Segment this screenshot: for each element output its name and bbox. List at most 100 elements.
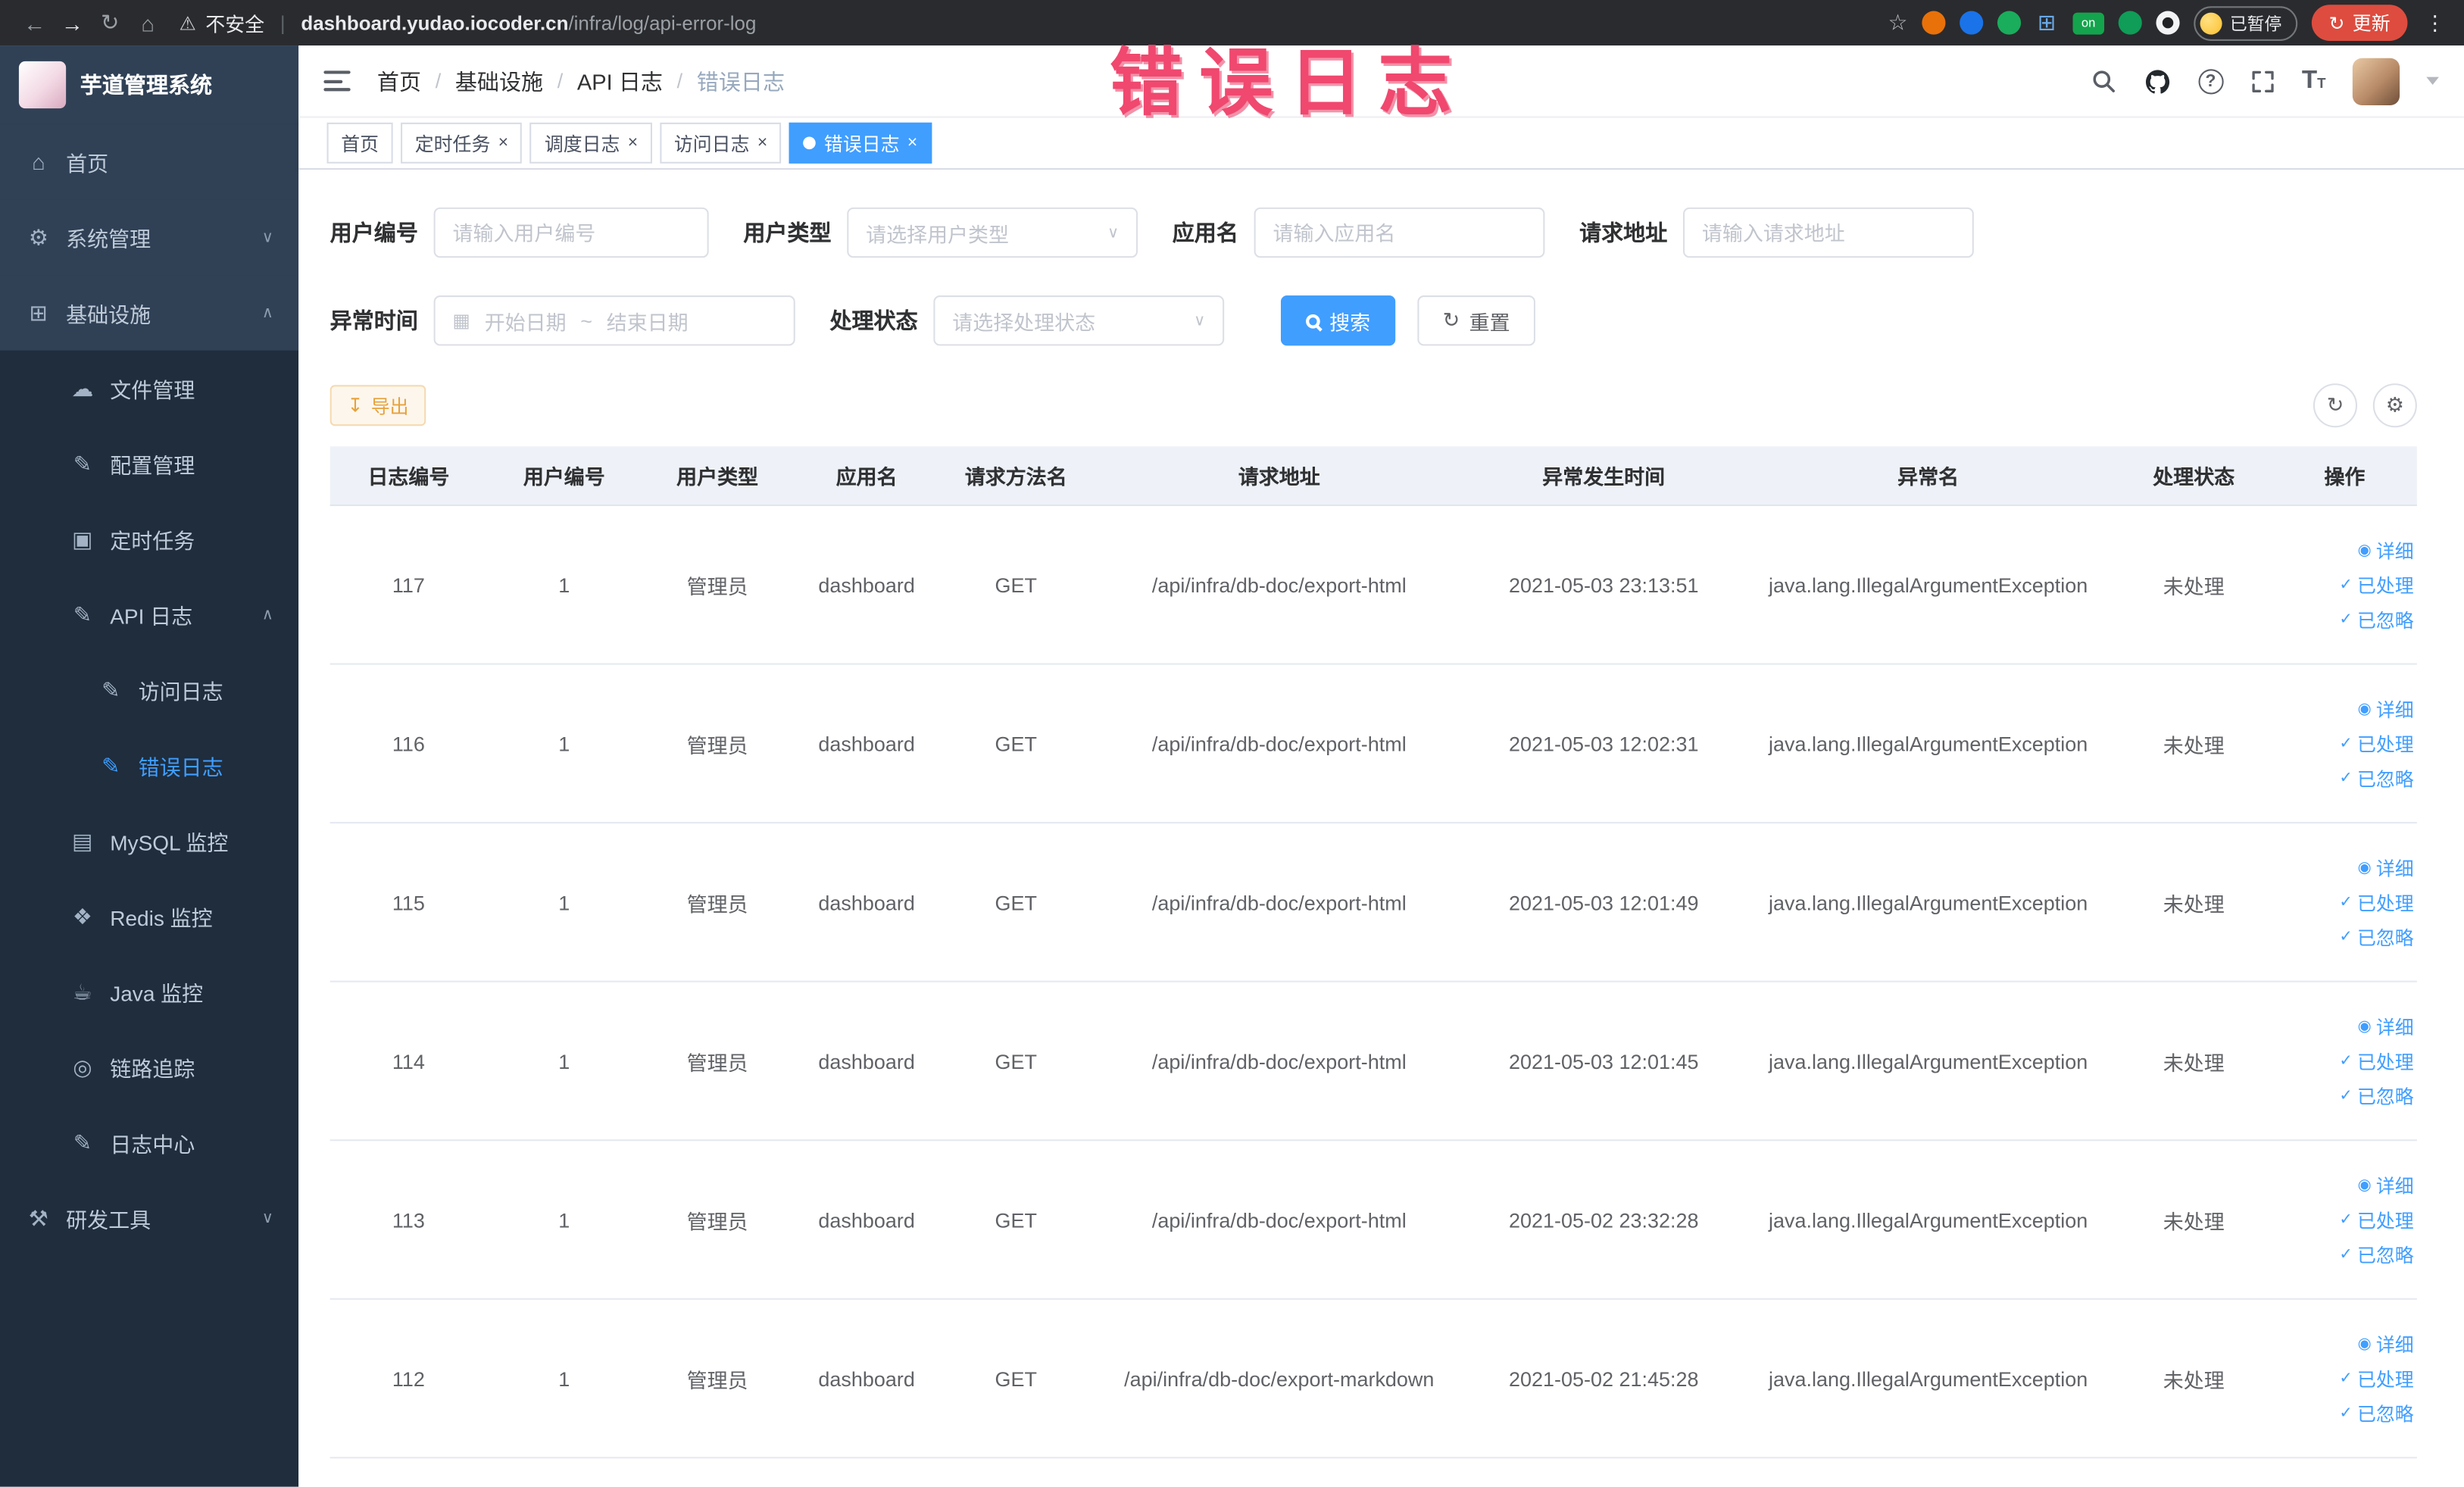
sidebar-item-log-center[interactable]: ✎ 日志中心 bbox=[0, 1105, 298, 1181]
processed-link[interactable]: ✓ 已处理 bbox=[2339, 730, 2413, 757]
avatar[interactable] bbox=[2352, 57, 2400, 105]
ignored-link[interactable]: ✓ 已忽略 bbox=[2339, 1082, 2413, 1108]
check-icon: ✓ bbox=[2339, 928, 2353, 945]
breadcrumb-api-log[interactable]: API 日志 bbox=[577, 65, 663, 96]
refresh-button[interactable]: ↻ bbox=[2313, 383, 2358, 428]
table-toolbar: ↧ 导出 ↻ ⚙ bbox=[329, 383, 2417, 428]
search-icon[interactable] bbox=[2090, 67, 2116, 94]
request-url-input[interactable] bbox=[1683, 207, 1974, 258]
app-name-input[interactable] bbox=[1254, 207, 1545, 258]
ignored-link[interactable]: ✓ 已忽略 bbox=[2339, 923, 2413, 950]
extension-icon[interactable] bbox=[1959, 11, 1984, 35]
sidebar-item-tracing[interactable]: ◎ 链路追踪 bbox=[0, 1029, 298, 1105]
user-type-select[interactable]: 请选择用户类型 ∨ bbox=[847, 207, 1138, 258]
forward-icon[interactable]: → bbox=[54, 10, 92, 35]
ignored-link[interactable]: ✓ 已忽略 bbox=[2339, 764, 2413, 791]
detail-link[interactable]: ◉ 详细 bbox=[2358, 854, 2414, 881]
bookmark-star-icon[interactable]: ☆ bbox=[1888, 9, 1907, 36]
check-icon: ✓ bbox=[2339, 576, 2353, 594]
sidebar-item-file-management[interactable]: ☁ 文件管理 bbox=[0, 351, 298, 426]
sidebar-item-scheduled-jobs[interactable]: ▣ 定时任务 bbox=[0, 501, 298, 577]
breadcrumb-infrastructure[interactable]: 基础设施 bbox=[455, 65, 543, 96]
column-header: 请求地址 bbox=[1238, 465, 1320, 489]
sidebar-item-mysql-monitor[interactable]: ▤ MySQL 监控 bbox=[0, 803, 298, 879]
browser-home-icon[interactable]: ⌂ bbox=[129, 10, 167, 35]
chevron-down-icon[interactable] bbox=[2426, 77, 2439, 86]
close-icon[interactable]: × bbox=[907, 133, 917, 152]
sidebar-item-dev-tools[interactable]: ⚒ 研发工具 ∨ bbox=[0, 1180, 298, 1256]
close-icon[interactable]: × bbox=[628, 133, 638, 152]
security-label[interactable]: 不安全 bbox=[205, 8, 264, 37]
help-icon[interactable]: ? bbox=[2197, 68, 2224, 94]
browser-update-button[interactable]: ↻ 更新 bbox=[2311, 5, 2408, 41]
date-range-picker[interactable]: ▦ 开始日期 ~ 结束日期 bbox=[433, 295, 795, 346]
close-icon[interactable]: × bbox=[498, 133, 508, 152]
extension-icon[interactable] bbox=[1922, 11, 1946, 35]
request-url-input-field[interactable] bbox=[1701, 220, 1955, 245]
column-header: 处理状态 bbox=[2153, 465, 2235, 489]
tab-error-log[interactable]: 错误日志 × bbox=[789, 122, 932, 164]
detail-link[interactable]: ◉ 详细 bbox=[2358, 537, 2414, 564]
processed-link[interactable]: ✓ 已处理 bbox=[2339, 1365, 2413, 1392]
profile-paused-badge[interactable]: 已暂停 bbox=[2194, 5, 2298, 40]
sidebar-item-java-monitor[interactable]: ☕ Java 监控 bbox=[0, 954, 298, 1029]
processed-link[interactable]: ✓ 已处理 bbox=[2339, 889, 2413, 915]
filter-user-type: 用户类型 请选择用户类型 ∨ bbox=[743, 207, 1138, 258]
detail-link[interactable]: ◉ 详细 bbox=[2358, 1013, 2414, 1039]
breadcrumb-home[interactable]: 首页 bbox=[377, 65, 421, 96]
extension-grid-icon[interactable]: ⊞ bbox=[2035, 9, 2059, 35]
check-icon: ✓ bbox=[2339, 1404, 2353, 1422]
tab-home[interactable]: 首页 bbox=[326, 122, 393, 164]
user-id-input-field[interactable] bbox=[452, 220, 690, 245]
update-label: 更新 bbox=[2352, 12, 2391, 35]
reset-button[interactable]: ↻ 重置 bbox=[1417, 295, 1535, 346]
extension-icon[interactable] bbox=[2118, 11, 2142, 35]
processed-link[interactable]: ✓ 已处理 bbox=[2339, 1048, 2413, 1074]
browser-menu-icon[interactable]: ⋮ bbox=[2422, 10, 2448, 35]
back-icon[interactable]: ← bbox=[16, 10, 54, 35]
tab-scheduled-jobs[interactable]: 定时任务 × bbox=[401, 122, 523, 164]
filter-label: 应用名 bbox=[1172, 220, 1238, 245]
column-settings-button[interactable]: ⚙ bbox=[2372, 383, 2417, 428]
tab-access-log[interactable]: 访问日志 × bbox=[660, 122, 782, 164]
sidebar-item-error-log[interactable]: ✎ 错误日志 bbox=[0, 728, 298, 804]
sidebar-item-home[interactable]: ⌂ 首页 bbox=[0, 123, 299, 200]
sidebar: 芋道管理系统 ⌂ 首页 ⚙ 系统管理 ∨ ⊞ 基础设施 ∧ ☁ 文件管理 ✎ 配… bbox=[0, 45, 299, 1487]
address-bar[interactable]: ⚠ 不安全 | dashboard.yudao.iocoder.cn/infra… bbox=[180, 8, 1888, 37]
reload-icon[interactable]: ↻ bbox=[91, 9, 129, 36]
processed-link[interactable]: ✓ 已处理 bbox=[2339, 1206, 2413, 1232]
detail-link[interactable]: ◉ 详细 bbox=[2358, 1172, 2414, 1198]
tab-label: 定时任务 bbox=[414, 133, 491, 155]
sidebar-item-redis-monitor[interactable]: ❖ Redis 监控 bbox=[0, 879, 298, 954]
detail-link[interactable]: ◉ 详细 bbox=[2358, 695, 2414, 722]
sidebar-toggle-icon[interactable] bbox=[323, 70, 351, 92]
user-id-input[interactable] bbox=[433, 207, 709, 258]
extension-on-badge[interactable]: on bbox=[2072, 11, 2104, 34]
search-button[interactable]: 搜索 bbox=[1280, 295, 1396, 346]
font-size-icon[interactable]: TT bbox=[2302, 67, 2326, 95]
sidebar-item-api-log[interactable]: ✎ API 日志 ∧ bbox=[0, 576, 298, 652]
ignored-link[interactable]: ✓ 已忽略 bbox=[2339, 606, 2413, 633]
database-icon: ▤ bbox=[72, 827, 93, 853]
sidebar-item-label: Redis 监控 bbox=[110, 907, 213, 931]
sidebar-item-access-log[interactable]: ✎ 访问日志 bbox=[0, 652, 298, 728]
sidebar-item-system[interactable]: ⚙ 系统管理 ∨ bbox=[0, 199, 299, 276]
export-button[interactable]: ↧ 导出 bbox=[329, 385, 426, 426]
tab-schedule-log[interactable]: 调度日志 × bbox=[530, 122, 652, 164]
sidebar-item-config-management[interactable]: ✎ 配置管理 bbox=[0, 426, 298, 501]
close-icon[interactable]: × bbox=[757, 133, 767, 152]
ignored-link[interactable]: ✓ 已忽略 bbox=[2339, 1241, 2413, 1267]
ignored-link[interactable]: ✓ 已忽略 bbox=[2339, 1400, 2413, 1426]
extension-paw-icon[interactable] bbox=[2156, 11, 2180, 35]
tabs-bar: 首页 定时任务 × 调度日志 × 访问日志 × 错误日志 × bbox=[298, 117, 2464, 170]
table-row: 115 1 管理员 dashboard GET /api/infra/db-do… bbox=[329, 823, 2417, 982]
processed-link[interactable]: ✓ 已处理 bbox=[2339, 571, 2413, 598]
extension-icon[interactable] bbox=[1997, 11, 2021, 35]
github-icon[interactable] bbox=[2143, 67, 2171, 95]
sidebar-item-infrastructure[interactable]: ⊞ 基础设施 ∧ bbox=[0, 275, 299, 351]
process-status-select[interactable]: 请选择处理状态 ∨ bbox=[933, 295, 1225, 346]
detail-link[interactable]: ◉ 详细 bbox=[2358, 1330, 2414, 1357]
fullscreen-icon[interactable] bbox=[2250, 68, 2275, 93]
date-end-placeholder: 结束日期 bbox=[606, 310, 689, 334]
app-name-input-field[interactable] bbox=[1273, 220, 1526, 245]
